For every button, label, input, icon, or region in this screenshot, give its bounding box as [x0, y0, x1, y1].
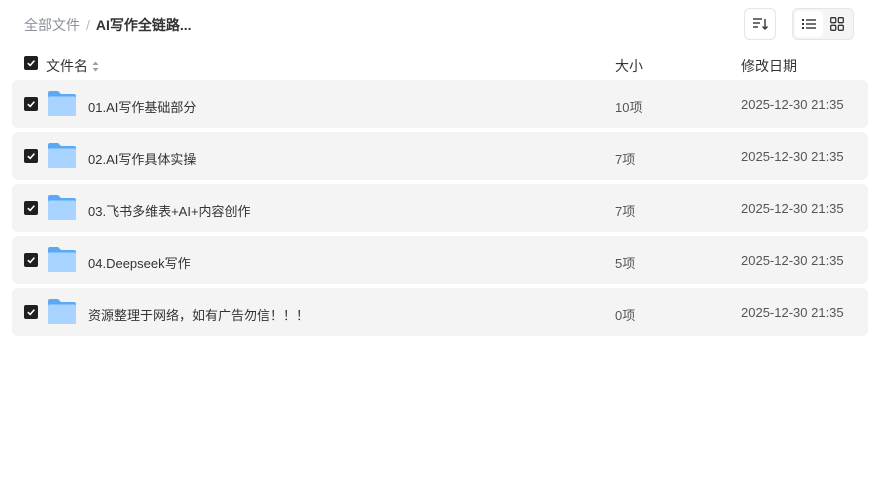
breadcrumb-separator: /: [86, 17, 90, 33]
table-row[interactable]: 01.AI写作基础部分 10项 2025-12-30 21:35: [12, 80, 868, 128]
row-checkbox[interactable]: [24, 305, 38, 319]
file-size: 5项: [615, 256, 636, 271]
size-column-header[interactable]: 大小: [615, 56, 643, 76]
row-checkbox[interactable]: [24, 149, 38, 163]
check-icon: [27, 153, 36, 160]
file-date: 2025-12-30 21:35: [741, 201, 844, 216]
table-row[interactable]: 02.AI写作具体实操 7项 2025-12-30 21:35: [12, 132, 868, 180]
file-name[interactable]: 资源整理于网络，如有广告勿信！！！: [88, 305, 309, 324]
name-column-header[interactable]: 文件名: [46, 56, 99, 76]
file-name[interactable]: 01.AI写作基础部分: [88, 97, 196, 116]
table-row[interactable]: 04.Deepseek写作 5项 2025-12-30 21:35: [12, 236, 868, 284]
name-column-label: 文件名: [46, 58, 88, 74]
folder-icon: [48, 299, 76, 324]
sort-icon: [753, 18, 768, 30]
file-size: 0项: [615, 308, 636, 323]
check-icon: [27, 60, 36, 67]
check-icon: [27, 257, 36, 264]
folder-icon: [48, 247, 76, 272]
file-size: 10项: [615, 100, 643, 115]
folder-icon: [48, 143, 76, 168]
folder-icon: [48, 195, 76, 220]
list-view-button[interactable]: [795, 11, 823, 37]
check-icon: [27, 309, 36, 316]
check-icon: [27, 101, 36, 108]
breadcrumb-root-link[interactable]: 全部文件: [24, 15, 80, 35]
file-date: 2025-12-30 21:35: [741, 149, 844, 164]
breadcrumb-current: AI写作全链路...: [95, 17, 192, 33]
table-row[interactable]: 03.飞书多维表+AI+内容创作 7项 2025-12-30 21:35: [12, 184, 868, 232]
view-toggle: [792, 8, 854, 40]
grid-view-icon: [830, 17, 844, 31]
sort-button[interactable]: [744, 8, 776, 40]
file-name[interactable]: 03.飞书多维表+AI+内容创作: [88, 201, 251, 220]
file-name[interactable]: 04.Deepseek写作: [88, 253, 191, 272]
row-checkbox[interactable]: [24, 201, 38, 215]
check-icon: [27, 205, 36, 212]
sort-caret-icon: [92, 61, 99, 72]
folder-icon: [48, 91, 76, 116]
date-column-header[interactable]: 修改日期: [741, 56, 797, 76]
list-view-icon: [802, 19, 816, 29]
breadcrumb: 全部文件 / AI写作全链路...: [24, 15, 192, 35]
row-checkbox[interactable]: [24, 253, 38, 267]
grid-view-button[interactable]: [823, 11, 851, 37]
file-size: 7项: [615, 152, 636, 167]
file-list: 01.AI写作基础部分 10项 2025-12-30 21:35 02.AI写作…: [12, 80, 868, 340]
file-size: 7项: [615, 204, 636, 219]
select-all-checkbox[interactable]: [24, 56, 38, 70]
file-list-header: 文件名 大小 修改日期: [12, 50, 868, 78]
file-date: 2025-12-30 21:35: [741, 305, 844, 320]
file-date: 2025-12-30 21:35: [741, 97, 844, 112]
table-row[interactable]: 资源整理于网络，如有广告勿信！！！ 0项 2025-12-30 21:35: [12, 288, 868, 336]
file-date: 2025-12-30 21:35: [741, 253, 844, 268]
top-bar: 全部文件 / AI写作全链路...: [0, 0, 878, 48]
file-name[interactable]: 02.AI写作具体实操: [88, 149, 196, 168]
row-checkbox[interactable]: [24, 97, 38, 111]
